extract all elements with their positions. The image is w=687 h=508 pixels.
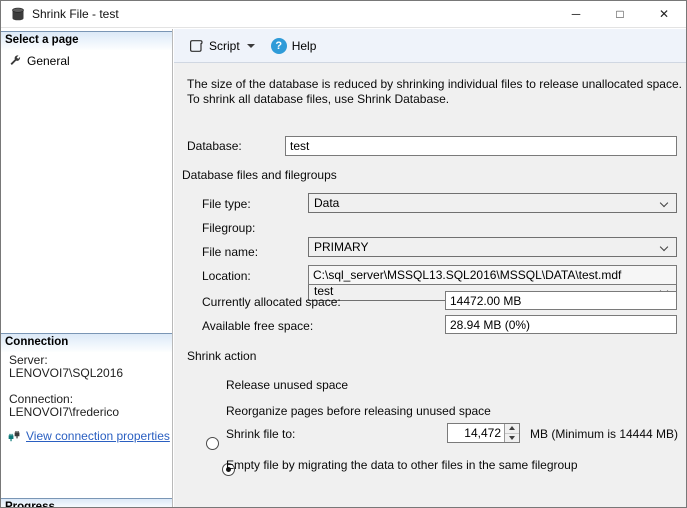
shrink-file-form: The size of the database is reduced by s… [174,63,686,507]
shrink-file-to-label: Shrink file to: [226,427,296,441]
view-connection-properties[interactable]: View connection properties [7,428,170,443]
close-button[interactable]: ✕ [642,1,686,27]
chevron-down-icon [659,242,669,251]
help-button-label: Help [291,38,317,53]
server-value: LENOVOI7\SQL2016 [9,366,124,380]
script-button[interactable]: Script [182,35,265,57]
chevron-down-icon [659,198,669,207]
sidebar-item-label: General [27,54,70,68]
triangle-down-icon [509,435,515,440]
minimize-button[interactable]: ─ [554,1,598,27]
filegroup-select[interactable]: PRIMARY [308,237,677,257]
triangle-up-icon [509,426,515,431]
window-controls: ─ □ ✕ [554,1,686,27]
radio-empty-file-label[interactable]: Empty file by migrating the data to othe… [226,458,578,472]
toolbar: Script ? Help [174,29,686,63]
connection-header: Connection [1,333,172,352]
location-field: C:\sql_server\MSSQL13.SQL2016\MSSQL\DATA… [308,265,677,285]
sidebar-item-general[interactable]: General [1,52,172,70]
maximize-button[interactable]: □ [598,1,642,27]
help-button[interactable]: ? Help [265,35,323,57]
radio-reorganize-pages-label[interactable]: Reorganize pages before releasing unused… [226,404,491,418]
radio-release-unused-space-label[interactable]: Release unused space [226,378,348,392]
filegroup-label: Filegroup: [202,221,256,235]
help-icon: ? [270,37,287,54]
progress-header: Progress [1,498,172,507]
allocated-space-label: Currently allocated space: [202,295,341,309]
shrink-file-to-spinner[interactable]: 14,472 [447,423,520,443]
connection-label: Connection: [9,392,74,406]
spinner-buttons [504,424,519,442]
shrink-action-label: Shrink action [187,349,257,363]
file-type-label: File type: [202,197,251,211]
connection-plug-icon [8,431,20,442]
files-section-label: Database files and filegroups [182,168,337,182]
titlebar: Shrink File - test ─ □ ✕ [1,1,686,28]
database-icon [12,7,24,21]
filegroup-value: PRIMARY [314,240,369,254]
shrink-file-to-value[interactable]: 14,472 [448,424,504,442]
database-label: Database: [187,139,242,153]
free-space-label: Available free space: [202,319,314,333]
spinner-down-button[interactable] [505,432,519,442]
view-connection-properties-link[interactable]: View connection properties [26,429,170,443]
location-label: Location: [202,269,251,283]
allocated-space-field: 14472.00 MB [445,291,677,310]
file-name-label: File name: [202,245,259,259]
connection-value: LENOVOI7\frederico [9,405,120,419]
window-title: Shrink File - test [32,7,119,21]
free-space-field: 28.94 MB (0%) [445,315,677,334]
spinner-up-button[interactable] [505,424,519,433]
wrench-icon [10,55,21,65]
shrink-file-dialog: Shrink File - test ─ □ ✕ Select a page G… [0,0,687,508]
radio-release-unused-space[interactable] [206,437,219,450]
chevron-down-icon[interactable] [246,43,255,48]
server-label: Server: [9,353,48,367]
shrink-file-to-suffix: MB (Minimum is 14444 MB) [530,427,679,441]
select-a-page-header: Select a page [1,31,172,50]
file-type-select[interactable]: Data [308,193,677,213]
database-field: test [285,136,677,156]
script-button-label: Script [209,38,240,53]
script-icon [190,39,203,52]
sidebar: Select a page General Connection Server:… [1,29,173,507]
file-type-value: Data [314,196,340,210]
description-text: The size of the database is reduced by s… [187,77,682,106]
